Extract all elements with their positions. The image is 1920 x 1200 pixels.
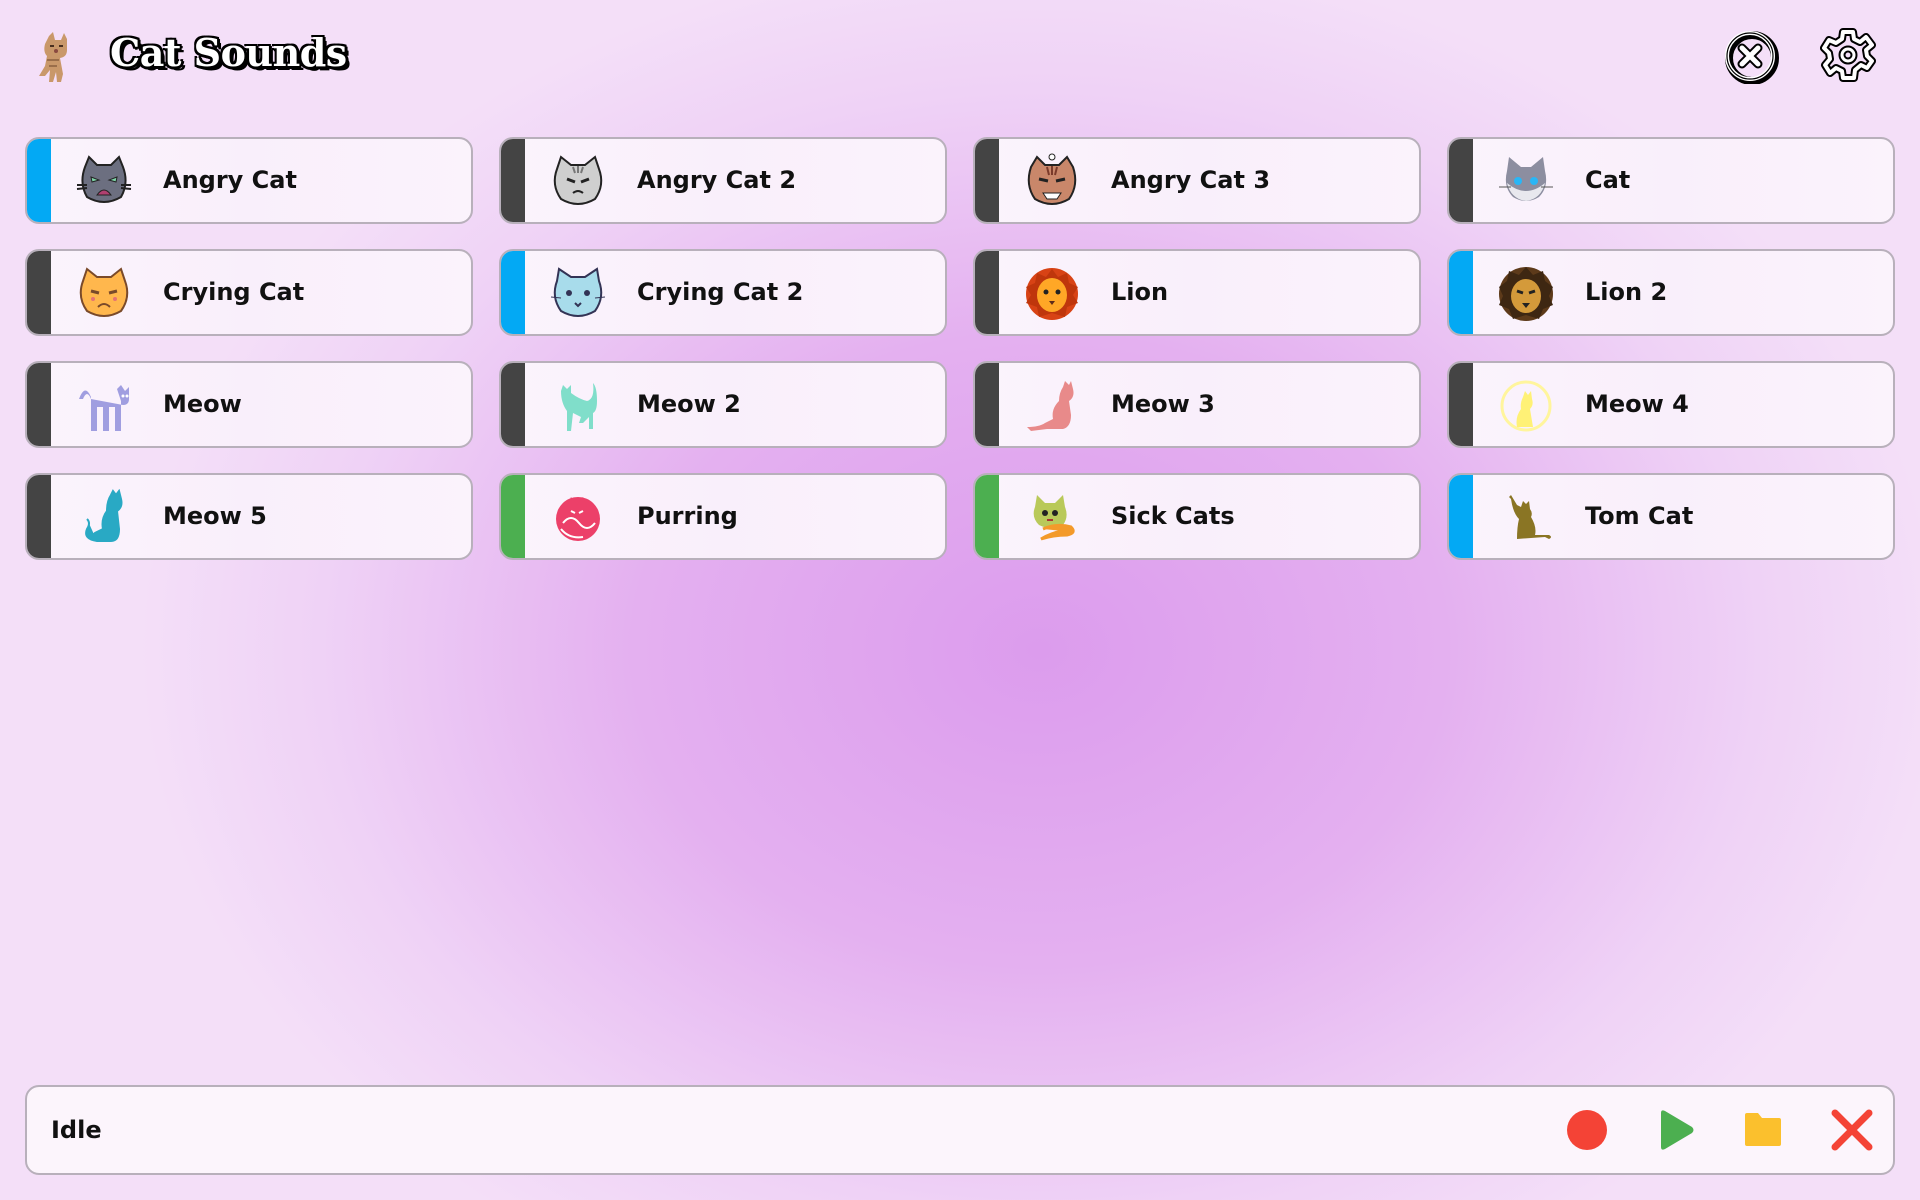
sound-color-bar bbox=[27, 475, 51, 558]
cancel-button[interactable] bbox=[1830, 1108, 1874, 1152]
play-button[interactable] bbox=[1654, 1108, 1698, 1152]
waving-cat-icon bbox=[1509, 495, 1551, 539]
app-header: Cat Sounds bbox=[0, 0, 1920, 115]
grumpy-cat-face-icon bbox=[553, 155, 603, 205]
close-x-icon bbox=[1831, 1109, 1873, 1151]
sitting-cat-icon bbox=[1027, 381, 1074, 431]
sound-color-bar bbox=[501, 475, 525, 558]
status-text: Idle bbox=[51, 1116, 102, 1144]
sound-color-bar bbox=[1449, 251, 1473, 334]
sound-button[interactable]: Purring bbox=[499, 473, 947, 560]
sound-button[interactable]: Lion 2 bbox=[1447, 249, 1895, 336]
sound-label: Purring bbox=[637, 502, 738, 530]
sound-color-bar bbox=[27, 363, 51, 446]
sound-color-bar bbox=[501, 363, 525, 446]
app-title: Cat Sounds bbox=[110, 30, 347, 75]
sound-color-bar bbox=[501, 251, 525, 334]
sound-button[interactable]: Crying Cat bbox=[25, 249, 473, 336]
record-button[interactable] bbox=[1565, 1108, 1609, 1152]
sick-cat-icon bbox=[1033, 495, 1075, 541]
arched-cat-icon bbox=[79, 385, 129, 431]
sound-button[interactable]: Meow bbox=[25, 361, 473, 448]
folder-icon bbox=[1745, 1113, 1781, 1146]
curled-cat-icon bbox=[556, 497, 600, 541]
open-folder-button[interactable] bbox=[1741, 1108, 1785, 1152]
kitten-logo-icon bbox=[39, 32, 67, 82]
sound-label: Lion 2 bbox=[1585, 278, 1668, 306]
sound-label: Crying Cat bbox=[163, 278, 305, 306]
sound-label: Tom Cat bbox=[1585, 502, 1694, 530]
sound-color-bar bbox=[975, 251, 999, 334]
sound-button[interactable]: Meow 4 bbox=[1447, 361, 1895, 448]
standing-cat-icon bbox=[561, 383, 597, 431]
record-icon bbox=[1567, 1110, 1607, 1150]
sound-label: Angry Cat 2 bbox=[637, 166, 797, 194]
tabby-cat-face-icon bbox=[1027, 153, 1077, 205]
sound-label: Cat bbox=[1585, 166, 1631, 194]
sound-color-bar bbox=[975, 475, 999, 558]
sound-color-bar bbox=[1449, 139, 1473, 222]
sound-label: Meow bbox=[163, 390, 242, 418]
sound-label: Meow 5 bbox=[163, 502, 267, 530]
lion-head-icon bbox=[1499, 267, 1553, 321]
sound-button[interactable]: Meow 3 bbox=[973, 361, 1421, 448]
sound-color-bar bbox=[975, 139, 999, 222]
sound-button[interactable]: Angry Cat 2 bbox=[499, 137, 947, 224]
sound-button[interactable]: Angry Cat bbox=[25, 137, 473, 224]
sound-label: Meow 3 bbox=[1111, 390, 1215, 418]
sound-button[interactable]: Sick Cats bbox=[973, 473, 1421, 560]
blue-crying-cat-icon bbox=[550, 267, 606, 317]
sound-button[interactable]: Crying Cat 2 bbox=[499, 249, 947, 336]
moon-cat-icon bbox=[1500, 380, 1552, 432]
sound-label: Meow 2 bbox=[637, 390, 741, 418]
sound-button[interactable]: Angry Cat 3 bbox=[973, 137, 1421, 224]
play-icon bbox=[1661, 1110, 1694, 1150]
sound-label: Sick Cats bbox=[1111, 502, 1235, 530]
lion-face-icon bbox=[1026, 268, 1078, 320]
status-bar: Idle bbox=[25, 1085, 1895, 1175]
close-circle-icon bbox=[1725, 31, 1779, 85]
sound-color-bar bbox=[1449, 475, 1473, 558]
crying-cat-face-icon bbox=[79, 267, 129, 317]
settings-button[interactable] bbox=[1820, 28, 1876, 84]
close-app-button[interactable] bbox=[1723, 28, 1779, 85]
sound-button[interactable]: Lion bbox=[973, 249, 1421, 336]
sound-color-bar bbox=[27, 139, 51, 222]
gear-icon bbox=[1820, 28, 1876, 82]
sound-color-bar bbox=[1449, 363, 1473, 446]
sound-button[interactable]: Meow 2 bbox=[499, 361, 947, 448]
angry-cat-face-icon bbox=[76, 155, 132, 203]
sound-label: Angry Cat 3 bbox=[1111, 166, 1271, 194]
blue-sitting-cat-icon bbox=[85, 489, 123, 542]
sound-button[interactable]: Meow 5 bbox=[25, 473, 473, 560]
sound-label: Crying Cat 2 bbox=[637, 278, 804, 306]
grey-cat-face-icon bbox=[1499, 157, 1553, 201]
sound-label: Angry Cat bbox=[163, 166, 297, 194]
sound-color-bar bbox=[975, 363, 999, 446]
sound-color-bar bbox=[501, 139, 525, 222]
sound-label: Lion bbox=[1111, 278, 1169, 306]
sound-color-bar bbox=[27, 251, 51, 334]
sound-label: Meow 4 bbox=[1585, 390, 1689, 418]
sound-button[interactable]: Cat bbox=[1447, 137, 1895, 224]
sound-button[interactable]: Tom Cat bbox=[1447, 473, 1895, 560]
